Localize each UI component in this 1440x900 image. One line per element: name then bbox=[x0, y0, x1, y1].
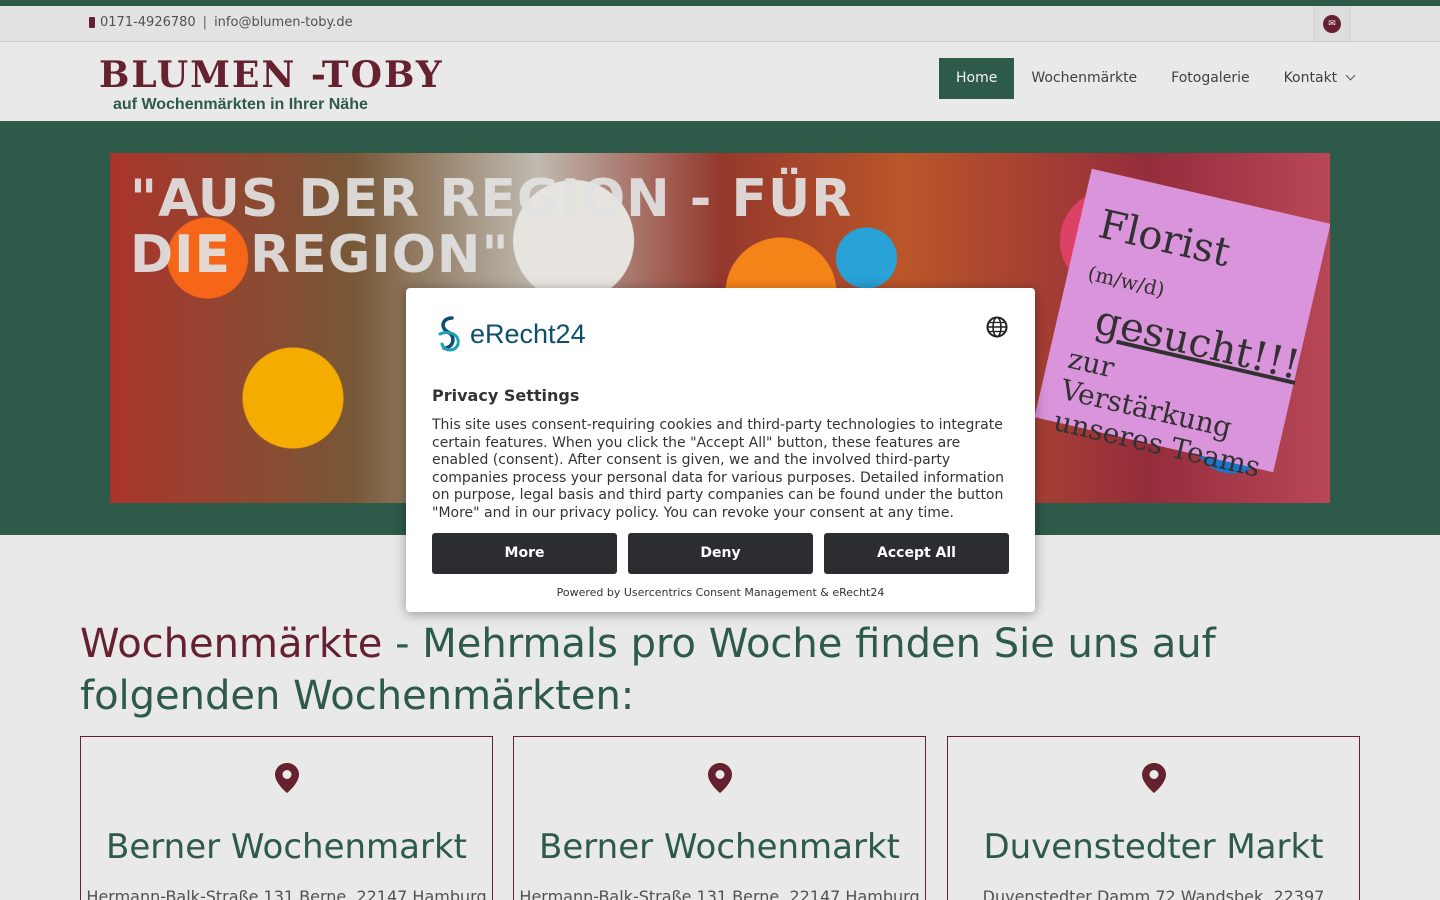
erecht24-mark-icon bbox=[438, 316, 460, 352]
brand-name: eRecht24 bbox=[470, 318, 586, 349]
deny-button[interactable]: Deny bbox=[628, 533, 813, 574]
accept-all-button[interactable]: Accept All bbox=[824, 533, 1009, 574]
more-button[interactable]: More bbox=[432, 533, 617, 574]
dialog-title: Privacy Settings bbox=[432, 386, 580, 405]
dialog-description: This site uses consent-requiring cookies… bbox=[432, 417, 1005, 521]
powered-by-link[interactable]: Powered by Usercentrics Consent Manageme… bbox=[406, 586, 1035, 599]
language-globe-icon[interactable] bbox=[986, 316, 1008, 338]
privacy-settings-dialog: eRecht24 Privacy Settings This site uses… bbox=[406, 288, 1035, 612]
erecht24-logo: eRecht24 bbox=[432, 314, 586, 354]
